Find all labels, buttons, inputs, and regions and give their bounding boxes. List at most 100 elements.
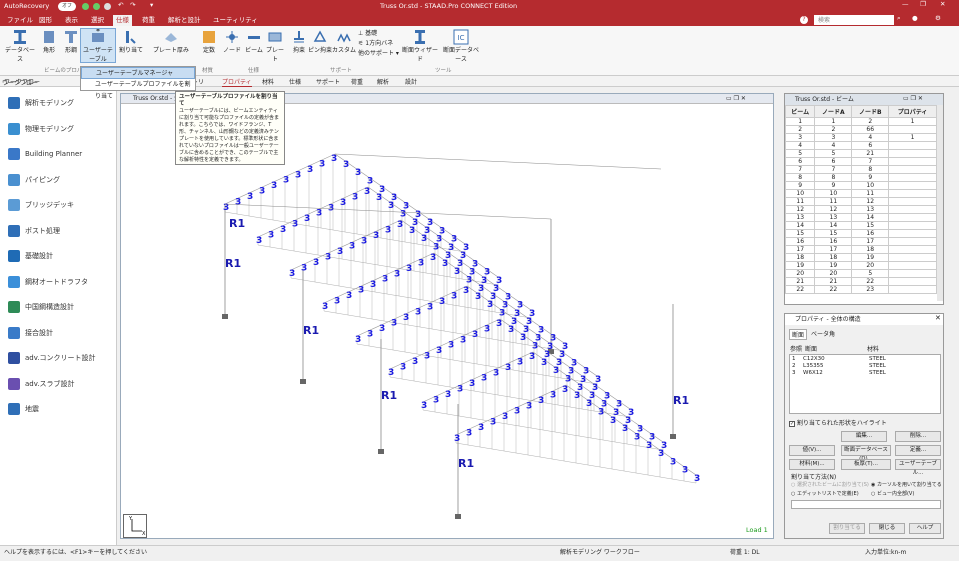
user-icon[interactable]: ● [912,14,918,22]
table-cell[interactable]: 14 [785,221,816,230]
workflow-item[interactable]: 鋼材オートドラフタ [8,275,88,289]
viewport-window-controls[interactable]: ▭ ❐ ✕ [726,95,746,102]
table-cell[interactable]: 16 [785,237,816,246]
table-cell[interactable] [888,205,937,214]
user-table-button[interactable]: * ユーザーテーブル [80,28,116,63]
section-database-dialog-button[interactable]: 断面データベース(D)... [841,445,891,462]
table-cell[interactable]: 20 [785,269,816,278]
table-cell[interactable]: 13 [851,205,890,214]
table-cell[interactable] [888,253,937,262]
table-cell[interactable]: 12 [785,205,816,214]
spring-option[interactable]: ⚟ 1方向バネ [358,39,399,49]
table-cell[interactable] [888,229,937,238]
thickness-button[interactable]: 板厚(T)... [841,459,891,470]
table-cell[interactable]: 4 [851,133,890,142]
edit-button[interactable]: 編集... [841,431,887,442]
table-cell[interactable] [888,157,937,166]
table-cell[interactable]: 10 [785,189,816,198]
table-cell[interactable]: 17 [851,237,890,246]
table-cell[interactable]: 2 [814,125,853,134]
help-icon[interactable]: ? [800,16,808,24]
define-button[interactable]: 定義... [895,445,941,456]
menu-view[interactable]: 表示 [62,15,81,26]
table-cell[interactable]: 1 [888,117,937,126]
table-cell[interactable]: 14 [814,221,853,230]
new-icon[interactable] [82,3,89,10]
menu-geometry[interactable]: 図形 [36,15,55,26]
table-cell[interactable] [888,213,937,222]
menu-specification[interactable]: 仕様 [113,15,132,26]
table-cell[interactable]: 22 [785,285,816,294]
workflow-item[interactable]: 接合設計 [8,326,53,340]
table-cell[interactable]: 13 [785,213,816,222]
workflow-item[interactable]: ブリッジデッキ [8,198,74,212]
table-row[interactable]: 446 [785,141,937,150]
table-cell[interactable]: 2 [785,125,816,134]
table-cell[interactable]: 9 [851,173,890,182]
beam-window-controls[interactable]: ▭ ❐ ✕ [903,95,923,102]
table-row[interactable]: 17 17 18 [785,245,937,254]
open-icon[interactable] [93,3,100,10]
section-wizard-button[interactable]: 断面ウィザード [402,29,438,63]
col-property[interactable]: プロパティ [888,105,937,118]
table-cell[interactable]: 12 [851,197,890,206]
list-item[interactable]: 2 L35355 STEEL [791,363,939,370]
beam-table-scrollbar[interactable] [937,105,943,301]
table-cell[interactable]: 4 [814,141,853,150]
table-row[interactable]: 21 21 22 [785,277,937,286]
table-row[interactable]: 1121 [785,117,937,126]
table-cell[interactable] [888,149,937,158]
close-icon[interactable]: ✕ [940,0,945,8]
tab-section[interactable]: 断面 [789,329,808,340]
truss-model[interactable]: 3333333333333333333333333333333333333333… [121,104,773,538]
table-cell[interactable]: 15 [785,229,816,238]
table-cell[interactable]: 8 [851,165,890,174]
table-cell[interactable]: 22 [814,285,853,294]
help-button[interactable]: ヘルプ [909,523,941,534]
tab-materials[interactable]: 材料 [262,77,274,86]
table-cell[interactable]: 7 [814,165,853,174]
material-button[interactable]: 材料(M)... [789,459,835,470]
table-cell[interactable]: 23 [851,285,890,294]
values-button[interactable]: 値(V)... [789,445,835,456]
other-supports-option[interactable]: 他のサポート ▾ [358,49,399,59]
workflow-item[interactable]: 物理モデリング [8,122,74,136]
undo-icon[interactable]: ↶ [118,1,123,9]
edit-list-input[interactable] [791,500,941,509]
table-cell[interactable]: 6 [785,157,816,166]
save-icon[interactable] [104,3,111,10]
tab-specifications[interactable]: 仕様 [289,77,301,86]
table-row[interactable]: 22 22 23 [785,285,937,294]
table-cell[interactable]: 11 [785,197,816,206]
table-cell[interactable]: 11 [814,197,853,206]
table-cell[interactable] [888,277,937,286]
table-cell[interactable] [888,237,937,246]
table-cell[interactable] [888,189,937,198]
table-cell[interactable]: 10 [851,181,890,190]
tab-design[interactable]: 設計 [405,77,417,86]
table-cell[interactable]: 19 [785,261,816,270]
table-row[interactable]: 14 14 15 [785,221,937,230]
workflow-item[interactable]: ポスト処理 [8,224,60,238]
workflow-item[interactable]: 基礎設計 [8,249,53,263]
section-database-button[interactable]: IC 断面データベース [440,29,482,63]
workflow-item[interactable]: adv.スラブ設計 [8,377,75,391]
highlight-checkbox[interactable]: ✓ [789,421,795,427]
table-cell[interactable]: 8 [814,173,853,182]
workflow-item[interactable]: adv.コンクリート設計 [8,351,96,365]
table-cell[interactable]: 1 [814,117,853,126]
table-cell[interactable]: 4 [785,141,816,150]
workflow-item[interactable]: Building Planner [8,147,82,161]
table-cell[interactable]: 20 [851,261,890,270]
node-spec-button[interactable]: ノード [222,29,242,54]
table-cell[interactable]: 19 [814,261,853,270]
tab-supports[interactable]: サポート [316,77,340,86]
table-cell[interactable]: 6 [814,157,853,166]
table-cell[interactable]: 10 [814,189,853,198]
autorecovery-toggle[interactable]: オフ [58,2,76,11]
table-cell[interactable]: 66 [851,125,890,134]
radio-edit-list[interactable]: ○ エディットリストで定義(E) [791,490,859,497]
table-cell[interactable] [888,181,937,190]
settings-icon[interactable]: ⚙ [935,14,941,22]
table-cell[interactable]: 1 [785,117,816,126]
